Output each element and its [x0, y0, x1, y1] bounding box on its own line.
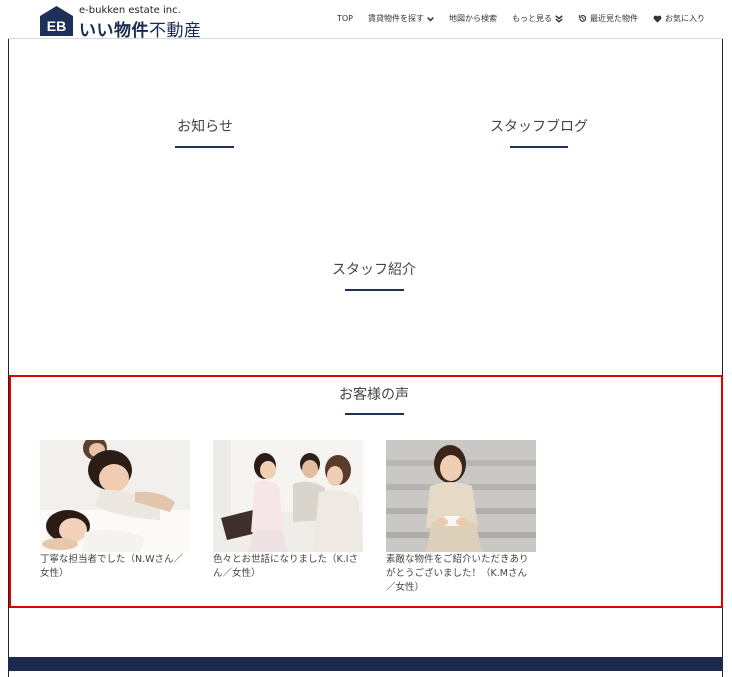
nav-favorites-label: お気に入り	[665, 14, 705, 23]
site-logo[interactable]: EB e-bukken estate inc. いい物件不動産	[40, 5, 201, 41]
nav-more-label: もっと見る	[512, 14, 552, 23]
main-nav: TOP 賃貸物件を探す 地図から検索 もっと見る 最近見た物件 お気に入り	[337, 13, 705, 24]
nav-rent-search-label: 賃貸物件を探す	[368, 14, 424, 23]
section-title-staff-intro[interactable]: スタッフ紹介	[314, 259, 434, 279]
double-chevron-down-icon	[555, 14, 563, 23]
logo-title-thin: 不動産	[149, 21, 202, 41]
footer-bar	[8, 657, 723, 671]
testimonial-text[interactable]: 丁寧な担当者でした（N.Wさん／女性）	[40, 553, 190, 581]
house-logo-icon: EB	[40, 6, 73, 36]
section-underline-testimonials	[345, 413, 404, 415]
section-title-testimonials[interactable]: お客様の声	[324, 384, 424, 404]
logo-mark-text: EB	[47, 18, 66, 34]
nav-map-search[interactable]: 地図から検索	[449, 13, 497, 24]
logo-subtitle: e-bukken estate inc.	[79, 5, 181, 16]
testimonial-text[interactable]: 素敵な物件をご紹介いただきありがとうございました！（K.Mさん／女性）	[386, 553, 536, 595]
family-photo-image[interactable]	[213, 440, 363, 552]
logo-title-bold: いい物件	[79, 21, 149, 41]
history-icon	[578, 15, 587, 22]
section-title-news[interactable]: お知らせ	[155, 116, 255, 136]
nav-rent-search[interactable]: 賃貸物件を探す	[368, 13, 434, 24]
site-header: EB e-bukken estate inc. いい物件不動産 TOP 賃貸物件…	[8, 0, 723, 41]
nav-top-label: TOP	[336, 14, 353, 23]
nav-top[interactable]: TOP	[337, 14, 353, 23]
nav-map-search-label: 地図から検索	[449, 14, 497, 23]
heart-icon	[653, 15, 662, 23]
testimonial-card[interactable]: 色々とお世話になりました（K.Iさん／女性）	[213, 440, 363, 581]
nav-recently-viewed[interactable]: 最近見た物件	[578, 13, 638, 24]
testimonial-card[interactable]: 素敵な物件をご紹介いただきありがとうございました！（K.Mさん／女性）	[386, 440, 536, 595]
nav-more[interactable]: もっと見る	[512, 13, 563, 24]
chevron-down-icon	[427, 16, 434, 21]
section-underline-news	[175, 146, 234, 148]
nav-favorites[interactable]: お気に入り	[653, 13, 705, 24]
section-underline-staff-blog	[510, 146, 568, 148]
logo-title: いい物件不動産	[79, 16, 202, 41]
section-title-staff-blog[interactable]: スタッフブログ	[479, 116, 599, 136]
testimonial-card[interactable]: 丁寧な担当者でした（N.Wさん／女性）	[40, 440, 190, 581]
nav-recently-viewed-label: 最近見た物件	[590, 14, 638, 23]
woman-phone-photo-image[interactable]	[386, 440, 536, 552]
family-photo-image[interactable]	[40, 440, 190, 552]
testimonial-text[interactable]: 色々とお世話になりました（K.Iさん／女性）	[213, 553, 363, 581]
section-underline-staff-intro	[345, 289, 404, 291]
